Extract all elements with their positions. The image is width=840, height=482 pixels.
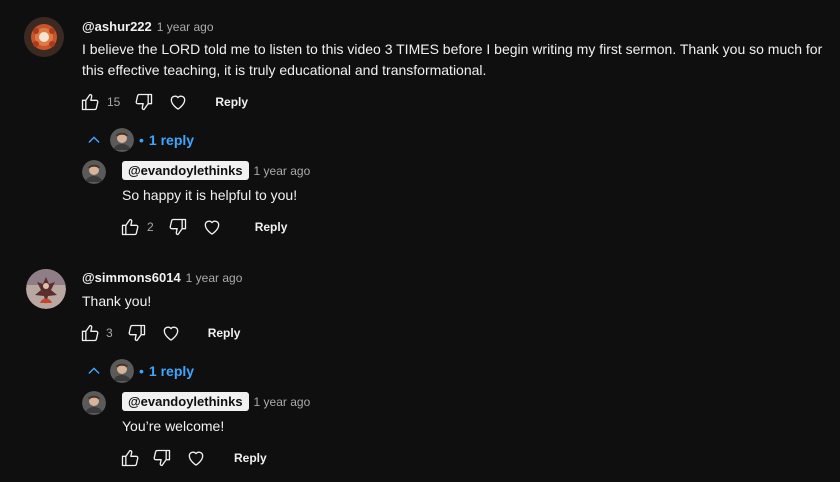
avatar[interactable]	[82, 160, 106, 184]
comment-header: @simmons6014 1 year ago	[82, 270, 242, 285]
thumbs-up-icon[interactable]	[120, 217, 140, 237]
dot-separator: •	[139, 363, 144, 379]
thumbs-up-icon[interactable]	[80, 323, 100, 343]
replies-toggle[interactable]: • 1 reply	[86, 359, 194, 383]
comment-text: Thank you!	[82, 293, 152, 309]
replies-count-link[interactable]: 1 reply	[149, 132, 194, 148]
reply-button[interactable]: Reply	[255, 220, 288, 234]
like-count: 15	[107, 95, 121, 109]
comment-author[interactable]: @ashur222	[82, 19, 152, 34]
comment-actions: 15 Reply	[80, 92, 248, 112]
comment-timestamp[interactable]: 1 year ago	[186, 271, 243, 285]
thumbs-down-icon[interactable]	[168, 217, 188, 237]
creator-handle-badge[interactable]: @evandoylethinks	[122, 161, 249, 180]
avatar[interactable]	[24, 17, 64, 57]
reply-actions: Reply	[120, 448, 267, 468]
reply-text: So happy it is helpful to you!	[122, 187, 298, 203]
creator-handle-badge[interactable]: @evandoylethinks	[122, 392, 249, 411]
creator-avatar	[110, 128, 134, 152]
thumbs-up-icon[interactable]	[80, 92, 100, 112]
reply-button[interactable]: Reply	[234, 451, 267, 465]
reply-button[interactable]: Reply	[215, 95, 248, 109]
heart-icon[interactable]	[202, 217, 222, 237]
reply-button[interactable]: Reply	[208, 326, 241, 340]
thumbs-up-icon[interactable]	[120, 448, 140, 468]
chevron-up-icon[interactable]	[86, 132, 102, 148]
like-count: 2	[147, 220, 154, 234]
reply-timestamp[interactable]: 1 year ago	[254, 164, 311, 178]
avatar[interactable]	[82, 391, 106, 415]
dot-separator: •	[139, 132, 144, 148]
reply-timestamp[interactable]: 1 year ago	[254, 395, 311, 409]
like-count: 3	[106, 326, 113, 340]
reply-text: You’re welcome!	[122, 418, 225, 434]
chevron-up-icon[interactable]	[86, 363, 102, 379]
comment-text: I believe the LORD told me to listen to …	[82, 41, 823, 78]
comment-actions: 3 Reply	[80, 323, 240, 343]
reply-header: @evandoylethinks 1 year ago	[122, 161, 310, 180]
thumbs-down-icon[interactable]	[127, 323, 147, 343]
creator-avatar	[110, 359, 134, 383]
replies-count-link[interactable]: 1 reply	[149, 363, 194, 379]
thumbs-down-icon[interactable]	[152, 448, 172, 468]
thumbs-down-icon[interactable]	[134, 92, 154, 112]
comment-header: @ashur222 1 year ago	[82, 19, 214, 34]
reply-actions: 2 Reply	[120, 217, 287, 237]
comment-author[interactable]: @simmons6014	[82, 270, 181, 285]
heart-icon[interactable]	[186, 448, 206, 468]
comment-timestamp[interactable]: 1 year ago	[157, 20, 214, 34]
avatar[interactable]	[26, 269, 66, 309]
replies-toggle[interactable]: • 1 reply	[86, 128, 194, 152]
heart-icon[interactable]	[161, 323, 181, 343]
heart-icon[interactable]	[168, 92, 188, 112]
reply-header: @evandoylethinks 1 year ago	[122, 392, 310, 411]
